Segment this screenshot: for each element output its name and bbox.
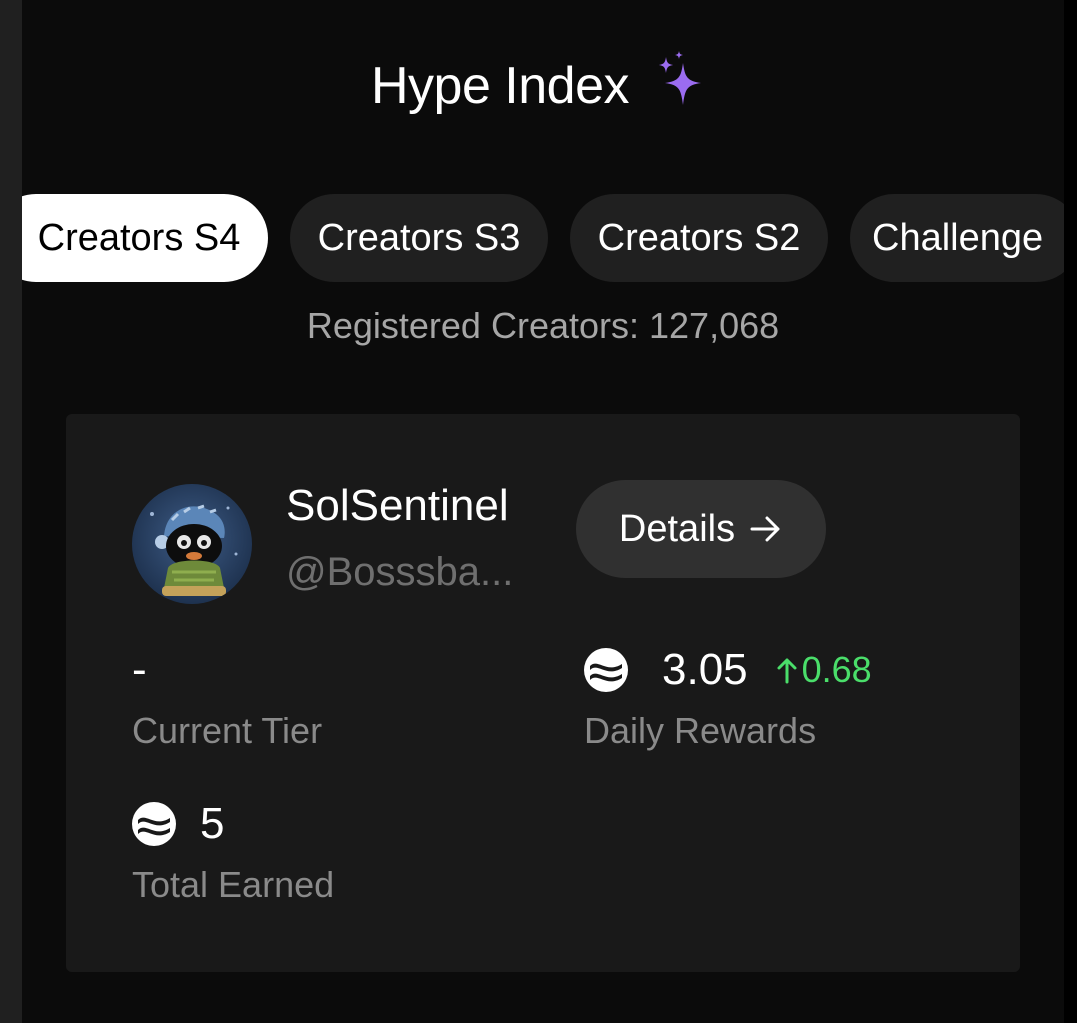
daily-rewards-value: 3.05 (662, 645, 748, 694)
registered-creators-count: Registered Creators: 127,068 (306, 305, 780, 346)
daily-rewards-delta-value: 0.68 (801, 649, 872, 690)
total-earned-value: 5 (200, 799, 225, 848)
avatar[interactable] (132, 484, 252, 604)
page-title: Hype Index (370, 57, 630, 115)
creator-handle: @Bosssba... (286, 550, 514, 594)
page: Hype Index Creators S4 Creators S3 Creat… (0, 0, 1077, 1023)
daily-rewards-delta: 0.68 (776, 640, 872, 700)
total-earned-value-row: 5 (132, 794, 224, 854)
daily-rewards-label: Daily Rewards (584, 710, 817, 751)
creator-name: SolSentinel (286, 481, 509, 530)
tab-creators-s3[interactable]: Creators S3 (290, 194, 548, 282)
sui-coin-icon (584, 648, 628, 692)
current-tier-label: Current Tier (132, 710, 323, 751)
tab-challenge[interactable]: Challenge (850, 194, 1064, 282)
current-tier-value: - (132, 645, 147, 694)
daily-rewards-value-row: 3.05 0.68 (584, 640, 872, 700)
header: Hype Index (22, 50, 1064, 122)
details-button-label: Details (618, 507, 736, 550)
tab-creators-s2[interactable]: Creators S2 (570, 194, 828, 282)
tab-creators-s4[interactable]: Creators S4 (22, 194, 268, 282)
total-earned-label: Total Earned (132, 864, 335, 905)
arrow-right-icon (750, 516, 780, 542)
arrow-up-icon (777, 658, 797, 684)
creator-card: SolSentinel @Bosssba... Details - Curren… (66, 414, 1020, 972)
sparkle-icon (653, 49, 715, 111)
details-button[interactable]: Details (576, 480, 826, 578)
season-tabs: Creators S4 Creators S3 Creators S2 Chal… (22, 194, 1064, 282)
sui-coin-icon (132, 802, 176, 846)
left-edge-strip (0, 0, 22, 1023)
hype-index-panel: Hype Index Creators S4 Creators S3 Creat… (22, 0, 1064, 1023)
